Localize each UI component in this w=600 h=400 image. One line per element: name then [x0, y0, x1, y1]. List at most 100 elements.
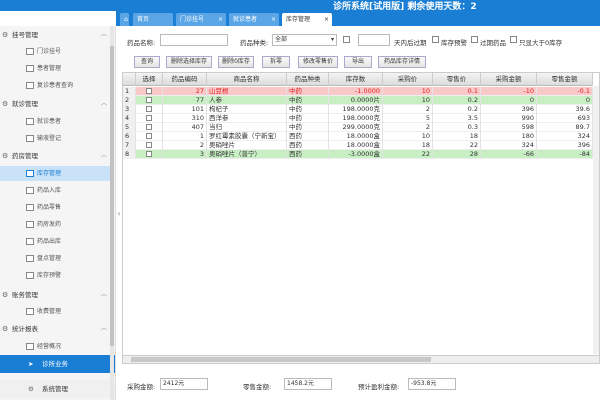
clinic-business-button[interactable]: ➤ 诊所业务 [0, 355, 115, 373]
document-icon [26, 238, 34, 245]
sidebar-item-revisit-query[interactable]: 复诊患者查询 [0, 78, 110, 93]
expired-checkbox[interactable] [471, 36, 478, 43]
sidebar-item-stock-out[interactable]: 药品出库 [0, 234, 110, 249]
cell-stock: 198.0000克 [329, 114, 383, 123]
expiry-days-input[interactable] [358, 34, 390, 46]
tab-registration[interactable]: 门诊挂号 × [176, 13, 226, 26]
row-checkbox[interactable] [146, 142, 152, 148]
edit-retail-price-button[interactable]: 修改零售价 [298, 56, 338, 68]
column-header[interactable]: 药品种类 [287, 73, 329, 86]
sidebar-item-stock-warning[interactable]: 库存预警 [0, 268, 110, 283]
cell-type: 西药 [287, 141, 329, 150]
drug-name-input[interactable] [160, 34, 228, 46]
row-checkbox[interactable] [146, 106, 152, 112]
delete-selected-button[interactable]: 删除选择库存 [166, 56, 212, 68]
column-header[interactable]: 零售金额 [537, 73, 593, 86]
scrollbar-thumb[interactable] [131, 357, 431, 362]
cell-code: 407 [163, 123, 207, 132]
sidebar-item-label: 药品零售 [37, 204, 62, 211]
row-checkbox[interactable] [146, 124, 152, 130]
row-select-cell [136, 123, 163, 132]
sidebar-group-accounts[interactable]: ⚙ 账务管理 ︿ [0, 288, 110, 302]
row-checkbox[interactable] [146, 115, 152, 121]
row-checkbox[interactable] [146, 151, 152, 157]
sidebar-item-outpatient-registration[interactable]: 门诊挂号 [0, 44, 110, 59]
sidebar-item-stocktake[interactable]: 盘点管理 [0, 251, 110, 266]
drug-type-select[interactable]: 全部 ▾ [272, 34, 337, 46]
close-icon[interactable]: × [218, 13, 223, 26]
group-label: 挂号管理 [12, 31, 38, 39]
export-button[interactable]: 导出 [344, 56, 372, 68]
column-header[interactable]: 药品编码 [163, 73, 207, 86]
stock-warning-checkbox[interactable] [432, 36, 439, 43]
cell-buy: 5 [383, 114, 433, 123]
column-header[interactable]: 选择 [136, 73, 163, 86]
sell-total-value: 1458.2元 [284, 378, 332, 390]
gear-icon: ⚙ [2, 291, 9, 299]
sidebar-item-label: 库存管理 [37, 170, 62, 177]
sidebar-group-reports[interactable]: ⚙ 统计报表 ︿ [0, 322, 110, 336]
tab-inventory[interactable]: 库存管理 × [282, 13, 332, 26]
column-header[interactable]: 零售价 [433, 73, 481, 86]
sidebar-item-inventory[interactable]: 库存管理 [0, 166, 110, 181]
row-checkbox[interactable] [146, 97, 152, 103]
split-button[interactable]: 拆零 [262, 56, 290, 68]
sidebar-item-stock-in[interactable]: 药品入库 [0, 183, 110, 198]
table-row[interactable]: 1 27 山豆根 中药 -1.0000 10 0.1 -10 -0.1 [123, 87, 599, 96]
stock-detail-button[interactable]: 药品库存详情 [378, 56, 426, 68]
cell-code: 2 [163, 141, 207, 150]
sidebar-item-patient-management[interactable]: 患者管理 [0, 61, 110, 76]
sidebar-group-registration[interactable]: ⚙ 挂号管理 ︿ [0, 28, 110, 42]
column-header[interactable]: 采购价 [383, 73, 433, 86]
sidebar-group-pharmacy[interactable]: ⚙ 药房管理 ︿ [0, 149, 110, 163]
sidebar-item-retail[interactable]: 药品零售 [0, 200, 110, 215]
gear-icon: ⚙ [2, 100, 9, 108]
column-header[interactable]: 采购金额 [481, 73, 537, 86]
table-horizontal-scrollbar[interactable] [123, 355, 599, 363]
table-row[interactable]: 2 77 人参 中药 0.0000片 10 0.2 0 0 [123, 96, 599, 105]
expiry-checkbox[interactable] [343, 36, 350, 43]
sidebar-item-visit-patients[interactable]: 就诊患者 [0, 114, 110, 129]
table-row[interactable]: 6 1 罗红霉素胶囊（宁新宝） 西药 18.0000盒 10 18 180 324 [123, 132, 599, 141]
row-checkbox[interactable] [146, 133, 152, 139]
sidebar-scrollbar[interactable] [110, 26, 114, 400]
cell-buy-amt: -66 [481, 150, 537, 159]
sidebar-item-overview[interactable]: 经营概况 [0, 339, 110, 354]
cell-code: 27 [163, 87, 207, 96]
cell-name: 奥硝唑片 [207, 141, 287, 150]
system-management-button[interactable]: ⚙ 系统管理 [0, 380, 115, 398]
cell-type: 中药 [287, 114, 329, 123]
row-select-cell [136, 132, 163, 141]
cell-sell: 18 [433, 132, 481, 141]
table-row[interactable]: 3 101 枸杞子 中药 198.0000克 2 0.2 396 39.6 [123, 105, 599, 114]
table-row[interactable]: 4 310 西洋参 中药 198.0000克 5 3.5 990 693 [123, 114, 599, 123]
chevron-down-icon: ▾ [330, 36, 334, 43]
sidebar-item-dispense[interactable]: 药房发药 [0, 217, 110, 232]
document-icon [26, 272, 34, 279]
table-vertical-scrollbar[interactable] [593, 86, 599, 354]
tab-patients[interactable]: 就诊患者 × [229, 13, 279, 26]
sidebar-item-infusion[interactable]: 输液登记 [0, 131, 110, 146]
gt-zero-checkbox[interactable] [510, 36, 517, 43]
document-icon [26, 204, 34, 211]
close-icon[interactable]: × [324, 13, 329, 26]
table-row[interactable]: 7 2 奥硝唑片 西药 18.0000盒 18 22 324 396 [123, 141, 599, 150]
tab-home[interactable]: 首页 [133, 13, 173, 26]
column-header[interactable]: 商品名称 [207, 73, 287, 86]
row-checkbox[interactable] [146, 88, 152, 94]
delete-zero-button[interactable]: 删除0库存 [218, 56, 254, 68]
close-icon[interactable]: × [271, 13, 276, 26]
sidebar-item-label: 门诊挂号 [37, 48, 62, 55]
scrollbar-thumb[interactable] [110, 46, 114, 346]
column-header[interactable]: 库存数 [329, 73, 383, 86]
query-button[interactable]: 查询 [134, 56, 160, 68]
sidebar-item-charges[interactable]: 收费管理 [0, 304, 110, 319]
button-label: 系统管理 [42, 385, 68, 393]
sidebar-item-label: 经营概况 [37, 343, 62, 350]
cell-stock: -1.0000 [329, 87, 383, 96]
table-row[interactable]: 8 3 奥硝唑片（普宁） 西药 -3.0000盒 22 28 -66 -84 [123, 150, 599, 159]
sidebar-group-visit[interactable]: ⚙ 就诊管理 ︿ [0, 97, 110, 111]
home-icon[interactable]: ⌂ [120, 13, 129, 26]
table-row[interactable]: 5 407 当归 中药 299.0000克 2 0.3 598 89.7 [123, 123, 599, 132]
tab-bar: ⌂ 首页 门诊挂号 × 就诊患者 × 库存管理 × [116, 11, 600, 26]
